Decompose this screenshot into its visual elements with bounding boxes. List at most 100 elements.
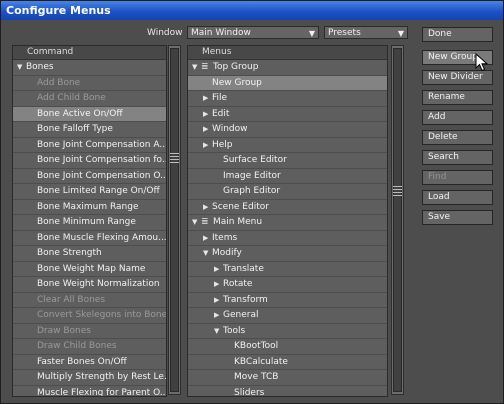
presets-dropdown[interactable]: Presets ▼ <box>324 26 408 39</box>
item-label: Bone Limited Range On/Off <box>37 186 160 196</box>
command-list-item[interactable]: ▼ Bones <box>13 60 166 76</box>
menu-list-item[interactable]: Sliders <box>188 386 387 397</box>
menu-list-item[interactable]: ▶ Items <box>188 231 387 246</box>
command-list-item[interactable]: Bone Active On/Off <box>13 106 166 122</box>
command-list-item[interactable]: Add Bone <box>13 76 166 91</box>
find-button[interactable]: Find <box>422 170 493 185</box>
menu-list-item[interactable]: KBootTool <box>188 339 387 355</box>
menus-scroll-thumb[interactable] <box>393 48 402 392</box>
command-list-item[interactable]: Muscle Flexing for Parent O... <box>13 386 166 397</box>
item-label: Draw Bones <box>37 325 91 336</box>
title-bar[interactable]: Configure Menus <box>1 1 503 20</box>
menu-list-item[interactable]: ▶ Scene Editor <box>188 200 387 215</box>
command-scrollbar[interactable] <box>168 45 181 395</box>
command-list-item[interactable]: Bone Muscle Flexing Amou... <box>13 231 166 246</box>
menu-list-item[interactable]: ▶ Transform <box>188 293 387 308</box>
mouse-cursor-icon <box>475 53 489 72</box>
command-list-item[interactable]: Multiply Strength by Rest Le... <box>13 370 166 386</box>
menu-list-item[interactable]: Graph Editor <box>188 184 387 200</box>
delete-button[interactable]: Delete <box>422 130 493 145</box>
collapse-arrow-icon[interactable]: ▶ <box>214 262 219 276</box>
command-list-item[interactable]: Draw Child Bones <box>13 339 166 355</box>
expand-arrow-icon[interactable]: ▼ <box>192 60 197 74</box>
menu-list-item[interactable]: ▶ Edit <box>188 107 387 122</box>
item-label: Bone Muscle Flexing Amou... <box>37 232 166 243</box>
expand-arrow-icon[interactable]: ▼ <box>192 215 197 229</box>
collapse-arrow-icon[interactable]: ▶ <box>203 138 208 152</box>
scroll-grip-icon <box>393 186 402 197</box>
menu-list-item[interactable]: Move TCB <box>188 370 387 386</box>
save-button[interactable]: Save <box>422 210 493 225</box>
item-label: Muscle Flexing for Parent O... <box>37 387 166 397</box>
item-label: Bone Weight Map Name <box>37 263 146 274</box>
command-list-item[interactable]: Faster Bones On/Off <box>13 355 166 370</box>
menus-scrollbar[interactable] <box>391 45 404 395</box>
item-label: Add Child Bone <box>37 93 106 103</box>
command-list-item[interactable]: Bone Maximum Range <box>13 200 166 215</box>
search-button[interactable]: Search <box>422 150 493 165</box>
command-list[interactable]: Command ▼ Bones Add Bone Add Child Bone Bone… <box>12 45 167 397</box>
collapse-arrow-icon[interactable]: ▶ <box>214 308 219 322</box>
command-list-item[interactable]: Bone Weight Map Name <box>13 262 166 277</box>
rename-button[interactable]: Rename <box>422 90 493 105</box>
presets-dropdown-value: Presets <box>328 28 361 38</box>
menu-list-item[interactable]: ▶ General <box>188 308 387 324</box>
menu-list-item[interactable]: ▶ Rotate <box>188 277 387 293</box>
command-list-item[interactable]: Bone Strength <box>13 246 166 262</box>
command-scroll-thumb[interactable] <box>170 48 179 392</box>
menu-list-item[interactable]: ▶ File <box>188 91 387 107</box>
menu-list-item[interactable]: ▼ ≣ Main Menu <box>188 215 387 231</box>
command-list-item[interactable]: Convert Skelegons into Bone... <box>13 308 166 324</box>
item-label: KBootTool <box>234 341 279 351</box>
expand-arrow-icon[interactable]: ▼ <box>214 324 219 338</box>
command-list-item[interactable]: Bone Weight Normalization <box>13 277 166 293</box>
menu-list-item[interactable]: Image Editor <box>188 169 387 184</box>
collapse-arrow-icon[interactable]: ▶ <box>203 107 208 121</box>
menu-list-item[interactable]: New Group <box>188 75 387 91</box>
item-label: Bone Joint Compensation fo... <box>37 155 166 165</box>
done-button[interactable]: Done <box>422 27 493 42</box>
menu-list-item[interactable]: KBCalculate <box>188 355 387 370</box>
item-label: File <box>212 93 228 103</box>
item-label: General <box>223 310 259 320</box>
collapse-arrow-icon[interactable]: ▶ <box>203 91 208 105</box>
window-dropdown[interactable]: Main Window ▼ <box>187 26 319 39</box>
collapse-arrow-icon[interactable]: ▶ <box>203 200 208 214</box>
item-label: Multiply Strength by Rest Le... <box>37 372 166 382</box>
item-label: Image Editor <box>223 170 281 181</box>
command-list-item[interactable]: Clear All Bones <box>13 293 166 308</box>
command-list-item[interactable]: Add Child Bone <box>13 91 166 107</box>
expand-arrow-icon[interactable]: ▼ <box>203 246 208 260</box>
menus-list[interactable]: Menus ▼ ≣ Top Group New Group ▶ File ▶ Edit ▶ Win… <box>187 45 388 397</box>
item-label: Items <box>212 232 238 243</box>
menu-list-item[interactable]: ▼ Modify <box>188 246 387 262</box>
collapse-arrow-icon[interactable]: ▶ <box>214 277 219 291</box>
command-list-item[interactable]: Bone Joint Compensation fo... <box>13 153 166 169</box>
load-button[interactable]: Load <box>422 190 493 205</box>
item-label: Convert Skelegons into Bone... <box>37 310 166 320</box>
configure-menus-window: Configure Menus Window Main Window ▼ Pre… <box>0 0 504 404</box>
menu-list-item[interactable]: ▶ Window <box>188 122 387 138</box>
item-label: Edit <box>212 108 230 119</box>
menu-list-item[interactable]: ▼ Tools <box>188 324 387 339</box>
command-list-item[interactable]: Bone Falloff Type <box>13 122 166 138</box>
collapse-arrow-icon[interactable]: ▶ <box>214 293 219 307</box>
menu-list-item[interactable]: ▶ Translate <box>188 262 387 277</box>
item-label: Rotate <box>223 279 253 289</box>
menu-list-item[interactable]: Surface Editor <box>188 153 387 169</box>
menu-list-item[interactable]: ▶ Help <box>188 138 387 153</box>
command-list-item[interactable]: Bone Limited Range On/Off <box>13 184 166 200</box>
add-button[interactable]: Add <box>422 110 493 125</box>
item-label: Bone Falloff Type <box>37 124 113 134</box>
collapse-arrow-icon[interactable]: ▶ <box>203 122 208 136</box>
menu-list-item[interactable]: ▼ ≣ Top Group <box>188 60 387 76</box>
expand-arrow-icon[interactable]: ▼ <box>17 60 22 74</box>
item-label: Translate <box>223 263 264 274</box>
command-list-item[interactable]: Draw Bones <box>13 324 166 339</box>
command-list-item[interactable]: Bone Minimum Range <box>13 215 166 231</box>
collapse-arrow-icon[interactable]: ▶ <box>203 231 208 245</box>
command-list-item[interactable]: Bone Joint Compensation O... <box>13 169 166 184</box>
item-label: Top Group <box>213 62 259 72</box>
command-list-item[interactable]: Bone Joint Compensation A... <box>13 138 166 153</box>
item-label: Move TCB <box>234 372 279 382</box>
